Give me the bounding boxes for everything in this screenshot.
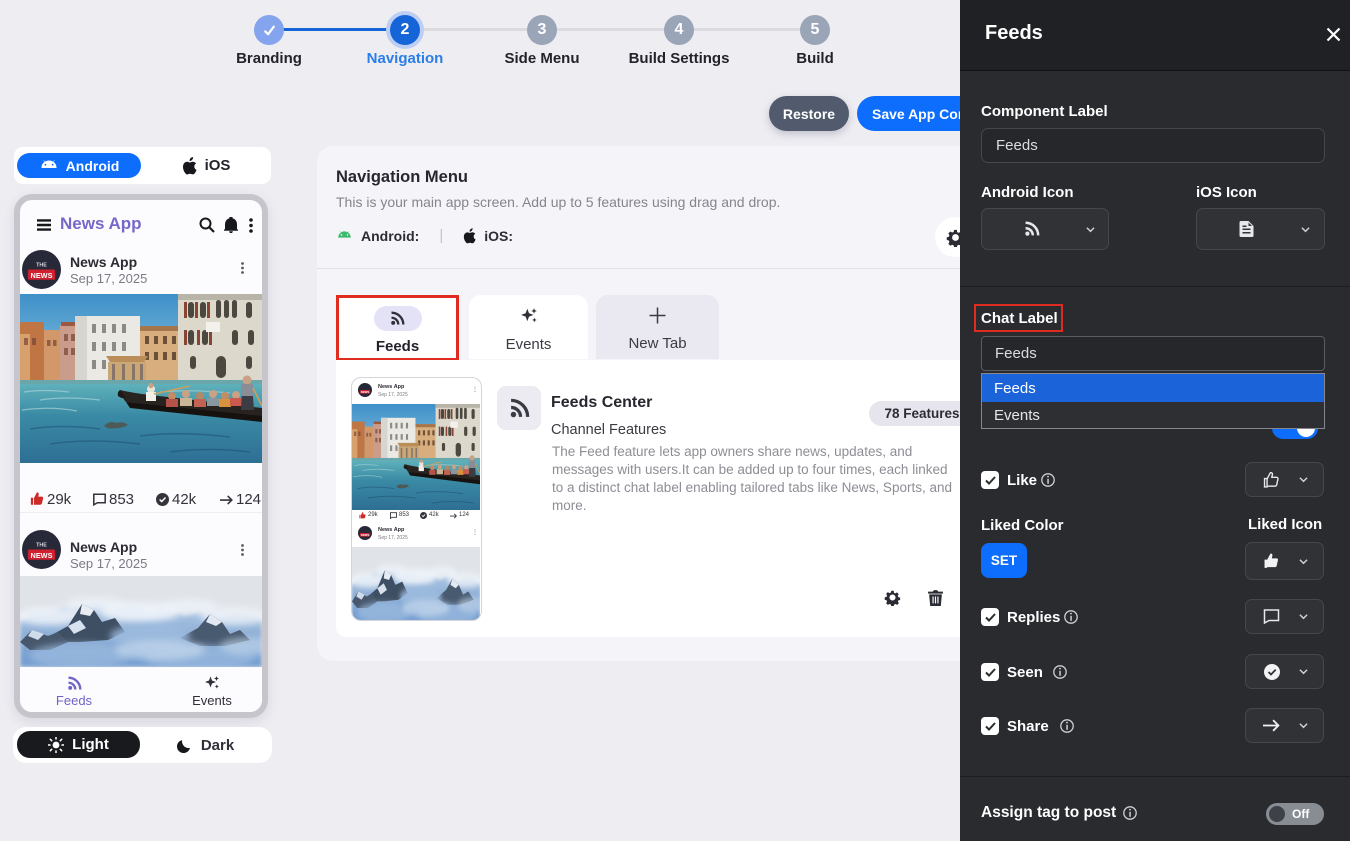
svg-text:THE: THE [36,543,47,549]
svg-text:THE: THE [36,263,47,269]
svg-text:NEWS: NEWS [31,551,53,560]
svg-text:NEWS: NEWS [31,271,53,280]
svg-text:NEWS: NEWS [361,390,370,394]
svg-text:NEWS: NEWS [361,533,370,537]
